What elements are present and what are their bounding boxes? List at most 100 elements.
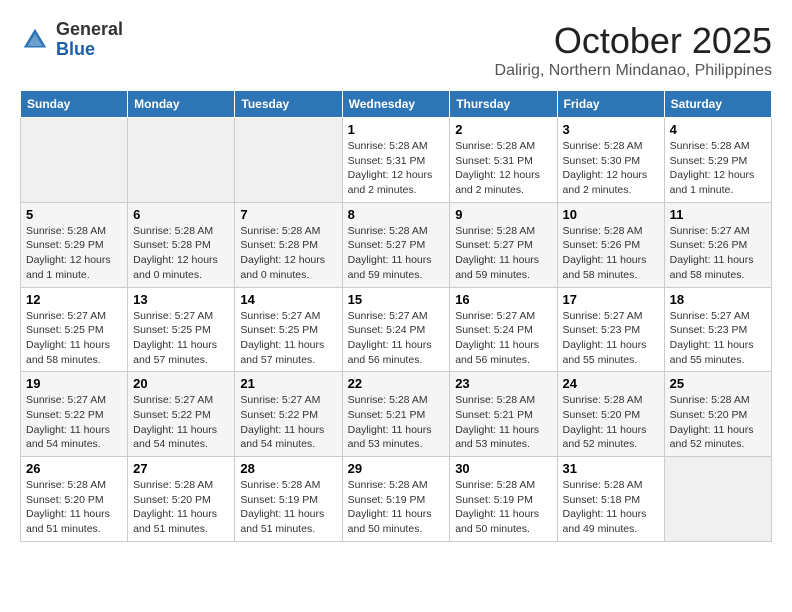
day-number: 19	[26, 376, 122, 391]
day-header-friday: Friday	[557, 91, 664, 118]
calendar-cell: 5 Sunrise: 5:28 AMSunset: 5:29 PMDaylight…	[21, 202, 128, 287]
day-info: Sunrise: 5:27 AMSunset: 5:25 PMDaylight:…	[133, 309, 229, 368]
calendar-cell	[235, 118, 342, 203]
calendar-cell: 25 Sunrise: 5:28 AMSunset: 5:20 PMDayligh…	[664, 372, 771, 457]
day-info: Sunrise: 5:28 AMSunset: 5:27 PMDaylight:…	[455, 224, 551, 283]
day-info: Sunrise: 5:28 AMSunset: 5:28 PMDaylight:…	[240, 224, 336, 283]
day-number: 14	[240, 292, 336, 307]
day-header-wednesday: Wednesday	[342, 91, 450, 118]
day-info: Sunrise: 5:27 AMSunset: 5:25 PMDaylight:…	[240, 309, 336, 368]
calendar-cell: 6Sunrise: 5:28 AMSunset: 5:28 PMDaylight…	[128, 202, 235, 287]
day-number: 6	[133, 207, 229, 222]
day-info: Sunrise: 5:27 AMSunset: 5:24 PMDaylight:…	[348, 309, 445, 368]
logo: General Blue	[20, 20, 123, 60]
day-header-thursday: Thursday	[450, 91, 557, 118]
week-row-4: 19 Sunrise: 5:27 AMSunset: 5:22 PMDayligh…	[21, 372, 772, 457]
day-number: 23	[455, 376, 551, 391]
day-info: Sunrise: 5:28 AMSunset: 5:30 PMDaylight:…	[563, 139, 659, 198]
logo-text: General Blue	[56, 20, 123, 60]
day-info: Sunrise: 5:27 AMSunset: 5:26 PMDaylight:…	[670, 224, 766, 283]
week-row-5: 26 Sunrise: 5:28 AMSunset: 5:20 PMDayligh…	[21, 457, 772, 542]
calendar-cell: 19 Sunrise: 5:27 AMSunset: 5:22 PMDayligh…	[21, 372, 128, 457]
logo-general-text: General	[56, 20, 123, 40]
day-info: Sunrise: 5:28 AMSunset: 5:27 PMDaylight:…	[348, 224, 445, 283]
page-header: General Blue October 2025 Dalirig, North…	[20, 20, 772, 80]
day-info: Sunrise: 5:28 AMSunset: 5:20 PMDaylight:…	[670, 393, 766, 452]
day-info: Sunrise: 5:28 AMSunset: 5:20 PMDaylight:…	[563, 393, 659, 452]
day-number: 29	[348, 461, 445, 476]
calendar-cell	[128, 118, 235, 203]
logo-icon	[20, 25, 50, 55]
day-number: 12	[26, 292, 122, 307]
day-info: Sunrise: 5:28 AMSunset: 5:26 PMDaylight:…	[563, 224, 659, 283]
calendar-cell: 15 Sunrise: 5:27 AMSunset: 5:24 PMDayligh…	[342, 287, 450, 372]
day-number: 26	[26, 461, 122, 476]
day-info: Sunrise: 5:27 AMSunset: 5:22 PMDaylight:…	[26, 393, 122, 452]
calendar-cell: 22Sunrise: 5:28 AMSunset: 5:21 PMDayligh…	[342, 372, 450, 457]
day-number: 11	[670, 207, 766, 222]
calendar-cell: 21 Sunrise: 5:27 AMSunset: 5:22 PMDayligh…	[235, 372, 342, 457]
calendar-cell: 17 Sunrise: 5:27 AMSunset: 5:23 PMDayligh…	[557, 287, 664, 372]
calendar-cell: 16 Sunrise: 5:27 AMSunset: 5:24 PMDayligh…	[450, 287, 557, 372]
calendar-cell: 28 Sunrise: 5:28 AMSunset: 5:19 PMDayligh…	[235, 457, 342, 542]
day-number: 21	[240, 376, 336, 391]
day-info: Sunrise: 5:28 AMSunset: 5:21 PMDaylight:…	[455, 393, 551, 452]
calendar-cell: 30Sunrise: 5:28 AMSunset: 5:19 PMDayligh…	[450, 457, 557, 542]
title-block: October 2025 Dalirig, Northern Mindanao,…	[495, 20, 772, 80]
calendar-cell: 7Sunrise: 5:28 AMSunset: 5:28 PMDaylight…	[235, 202, 342, 287]
day-number: 2	[455, 122, 551, 137]
day-number: 17	[563, 292, 659, 307]
calendar-cell: 18Sunrise: 5:27 AMSunset: 5:23 PMDayligh…	[664, 287, 771, 372]
week-row-3: 12 Sunrise: 5:27 AMSunset: 5:25 PMDayligh…	[21, 287, 772, 372]
calendar-cell: 20 Sunrise: 5:27 AMSunset: 5:22 PMDayligh…	[128, 372, 235, 457]
logo-blue-text: Blue	[56, 40, 123, 60]
day-number: 9	[455, 207, 551, 222]
calendar-cell: 1Sunrise: 5:28 AMSunset: 5:31 PMDaylight…	[342, 118, 450, 203]
day-info: Sunrise: 5:28 AMSunset: 5:18 PMDaylight:…	[563, 478, 659, 537]
calendar-cell	[664, 457, 771, 542]
day-info: Sunrise: 5:28 AMSunset: 5:20 PMDaylight:…	[26, 478, 122, 537]
calendar-cell: 12 Sunrise: 5:27 AMSunset: 5:25 PMDayligh…	[21, 287, 128, 372]
day-number: 8	[348, 207, 445, 222]
calendar-cell: 26 Sunrise: 5:28 AMSunset: 5:20 PMDayligh…	[21, 457, 128, 542]
day-header-sunday: Sunday	[21, 91, 128, 118]
day-number: 10	[563, 207, 659, 222]
day-info: Sunrise: 5:28 AMSunset: 5:31 PMDaylight:…	[348, 139, 445, 198]
calendar-cell	[21, 118, 128, 203]
calendar-cell: 9 Sunrise: 5:28 AMSunset: 5:27 PMDaylight…	[450, 202, 557, 287]
day-number: 13	[133, 292, 229, 307]
day-number: 25	[670, 376, 766, 391]
day-number: 30	[455, 461, 551, 476]
day-number: 24	[563, 376, 659, 391]
calendar-cell: 27Sunrise: 5:28 AMSunset: 5:20 PMDayligh…	[128, 457, 235, 542]
day-number: 5	[26, 207, 122, 222]
day-info: Sunrise: 5:27 AMSunset: 5:23 PMDaylight:…	[563, 309, 659, 368]
day-number: 28	[240, 461, 336, 476]
calendar-cell: 8 Sunrise: 5:28 AMSunset: 5:27 PMDaylight…	[342, 202, 450, 287]
day-info: Sunrise: 5:28 AMSunset: 5:29 PMDaylight:…	[26, 224, 122, 283]
day-number: 20	[133, 376, 229, 391]
day-info: Sunrise: 5:27 AMSunset: 5:22 PMDaylight:…	[240, 393, 336, 452]
day-number: 15	[348, 292, 445, 307]
day-number: 22	[348, 376, 445, 391]
calendar-cell: 10 Sunrise: 5:28 AMSunset: 5:26 PMDayligh…	[557, 202, 664, 287]
calendar-cell: 24 Sunrise: 5:28 AMSunset: 5:20 PMDayligh…	[557, 372, 664, 457]
month-title: October 2025	[495, 20, 772, 62]
day-info: Sunrise: 5:27 AMSunset: 5:24 PMDaylight:…	[455, 309, 551, 368]
day-info: Sunrise: 5:27 AMSunset: 5:22 PMDaylight:…	[133, 393, 229, 452]
week-row-1: 1Sunrise: 5:28 AMSunset: 5:31 PMDaylight…	[21, 118, 772, 203]
day-number: 27	[133, 461, 229, 476]
calendar-cell: 3 Sunrise: 5:28 AMSunset: 5:30 PMDaylight…	[557, 118, 664, 203]
day-info: Sunrise: 5:27 AMSunset: 5:25 PMDaylight:…	[26, 309, 122, 368]
day-header-tuesday: Tuesday	[235, 91, 342, 118]
day-info: Sunrise: 5:28 AMSunset: 5:19 PMDaylight:…	[240, 478, 336, 537]
calendar-cell: 13 Sunrise: 5:27 AMSunset: 5:25 PMDayligh…	[128, 287, 235, 372]
day-info: Sunrise: 5:28 AMSunset: 5:29 PMDaylight:…	[670, 139, 766, 198]
day-number: 31	[563, 461, 659, 476]
calendar-cell: 11 Sunrise: 5:27 AMSunset: 5:26 PMDayligh…	[664, 202, 771, 287]
day-header-saturday: Saturday	[664, 91, 771, 118]
day-number: 3	[563, 122, 659, 137]
day-info: Sunrise: 5:28 AMSunset: 5:19 PMDaylight:…	[348, 478, 445, 537]
calendar-cell: 14 Sunrise: 5:27 AMSunset: 5:25 PMDayligh…	[235, 287, 342, 372]
day-number: 16	[455, 292, 551, 307]
